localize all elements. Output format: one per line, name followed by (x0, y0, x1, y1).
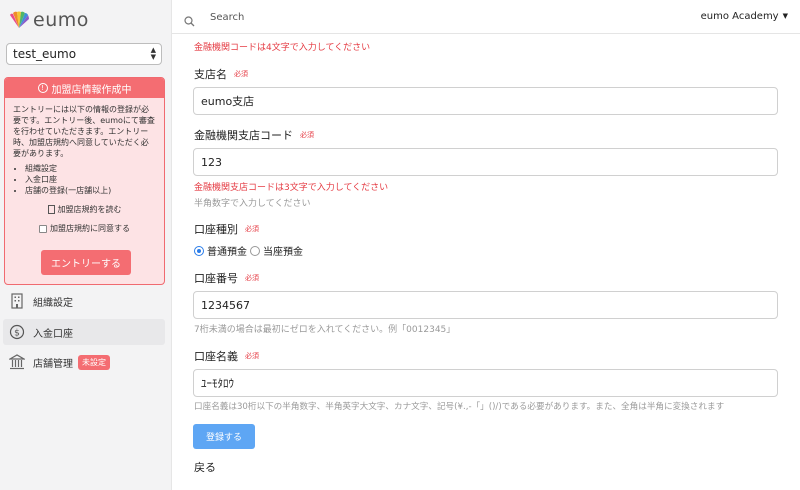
account-select[interactable]: test_eumo ▲ ▼ (6, 43, 162, 65)
agree-terms-checkbox[interactable] (39, 224, 47, 233)
terms-link[interactable]: 加盟店規約を読む (13, 204, 156, 215)
merchant-info-notice: ! 加盟店情報作成中 エントリーには以下の情報の登録が必要です。エントリー後、e… (4, 77, 165, 285)
account-type-label: 口座種別 必須 (194, 221, 259, 237)
bank-account-form: 金融機関コードは4文字で入力してください 支店名 必須 金融機関支店コード 必須… (172, 34, 800, 490)
radio-label: 普通預金 (207, 247, 247, 258)
notice-header: ! 加盟店情報作成中 (5, 78, 164, 98)
building-icon (9, 293, 25, 309)
field-label: 口座種別 (194, 223, 238, 236)
dollar-icon: $ (9, 324, 25, 340)
notice-body: エントリーには以下の情報の登録が必要です。エントリー後、eumoにて審査を行わせ… (5, 98, 164, 234)
account-number-help: 7桁未満の場合は最初にゼロを入れてください。例「0012345」 (194, 325, 456, 335)
document-icon (47, 205, 55, 214)
required-mark: 必須 (234, 70, 248, 78)
radio-label: 当座預金 (263, 247, 303, 258)
radio-current[interactable] (250, 245, 260, 256)
field-label: 金融機関支店コード (194, 129, 293, 142)
required-mark: 必須 (245, 274, 259, 282)
caret-down-icon: ▼ (782, 12, 788, 20)
notice-requirements: 組織設定 入金口座 店舗の登録(一店舗以上) (25, 163, 156, 196)
notice-title: 加盟店情報作成中 (51, 84, 132, 96)
account-number-field[interactable] (193, 291, 778, 319)
user-menu[interactable]: eumo Academy ▼ (701, 11, 788, 22)
status-badge: 未設定 (78, 354, 110, 370)
info-icon: ! (37, 83, 48, 93)
branch-name-field[interactable] (193, 87, 778, 115)
branch-code-label: 金融機関支店コード 必須 (194, 127, 314, 143)
sidebar-item-label: 店舗管理 (33, 358, 73, 370)
sidebar-item-label: 入金口座 (33, 328, 73, 340)
logo-text: eumo (33, 9, 89, 31)
back-link[interactable]: 戻る (194, 459, 216, 475)
store-icon (9, 354, 25, 370)
branch-code-field[interactable] (193, 148, 778, 176)
account-name-field[interactable] (193, 369, 778, 397)
logo[interactable]: eumo (8, 9, 89, 31)
agree-terms-label: 加盟店規約に同意する (50, 224, 130, 233)
field-label: 口座名義 (194, 350, 238, 363)
field-label: 支店名 (194, 68, 227, 81)
list-item: 店舗の登録(一店舗以上) (25, 185, 156, 196)
sidebar-item-label: 組織設定 (33, 297, 73, 309)
account-name-label: 口座名義 必須 (194, 348, 259, 364)
required-mark: 必須 (300, 131, 314, 139)
register-button[interactable]: 登録する (193, 424, 255, 449)
eumo-logo-icon (10, 11, 29, 28)
bank-code-error: 金融機関コードは4文字で入力してください (194, 43, 371, 53)
account-type-radios: 普通預金 当座預金 (194, 243, 303, 258)
sidebar-item-store-management[interactable]: 店舗管理 未設定 (0, 349, 165, 375)
terms-link-label: 加盟店規約を読む (57, 205, 122, 214)
required-mark: 必須 (245, 225, 259, 233)
search-input[interactable] (210, 9, 510, 25)
list-item: 組織設定 (25, 163, 156, 174)
branch-code-error: 金融機関支店コードは3文字で入力してください (194, 183, 389, 193)
branch-name-label: 支店名 必須 (194, 66, 248, 82)
branch-code-help: 半角数字で入力してください (194, 199, 311, 209)
radio-ordinary[interactable] (194, 245, 204, 256)
list-item: 入金口座 (25, 174, 156, 185)
sidebar-item-deposit-account[interactable]: $ 入金口座 (3, 319, 165, 345)
sidebar: eumo test_eumo ▲ ▼ ! 加盟店情報作成中 エントリーには以下の情… (0, 0, 172, 490)
search-icon (184, 12, 195, 31)
entry-button[interactable]: エントリーする (41, 250, 131, 275)
account-number-label: 口座番号 必須 (194, 270, 259, 286)
required-mark: 必須 (245, 352, 259, 360)
top-header: eumo Academy▼ (172, 0, 800, 34)
notice-intro: エントリーには以下の情報の登録が必要です。エントリー後、eumoにて審査を行わせ… (13, 105, 155, 158)
user-menu-label: eumo Academy (700, 11, 779, 22)
svg-text:$: $ (14, 329, 20, 339)
select-arrows-icon: ▲ ▼ (150, 46, 156, 61)
field-label: 口座番号 (194, 272, 238, 285)
account-select-value: test_eumo (13, 47, 77, 61)
account-name-help: 口座名義は30桁以下の半角数字、半角英字大文字、カナ文字、記号(¥.,-「」()… (194, 402, 725, 412)
agree-terms-row[interactable]: 加盟店規約に同意する (13, 223, 156, 234)
sidebar-item-organization[interactable]: 組織設定 (0, 288, 165, 314)
